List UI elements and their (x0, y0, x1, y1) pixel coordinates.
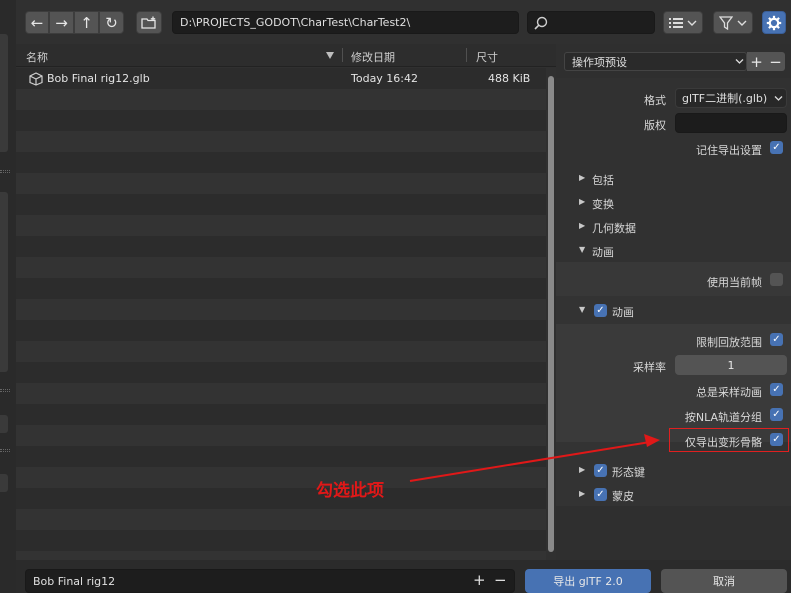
annotation-label: 勾选此项 (316, 481, 384, 501)
annotation-arrow (409, 434, 660, 482)
